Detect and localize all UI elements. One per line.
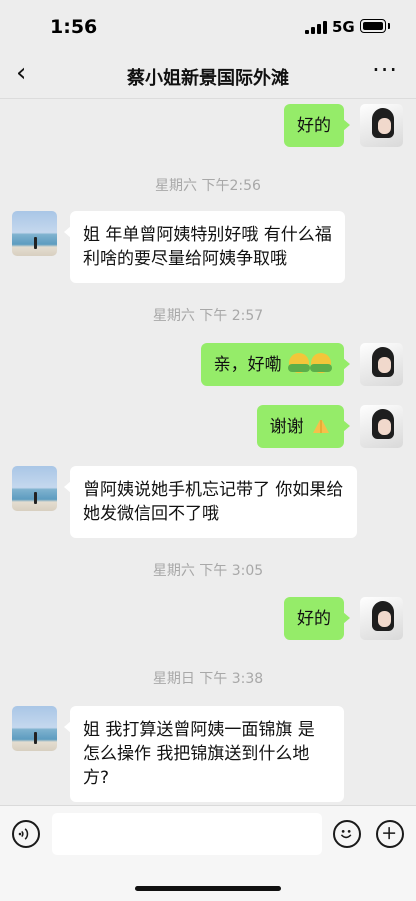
praying-hands-emoji (313, 420, 329, 433)
avatar-contact[interactable] (12, 211, 57, 256)
hugging-face-emoji (310, 353, 332, 373)
message-list[interactable]: 好的 星期六 下午2:56 姐 年单曾阿姨特别好哦 有什么福利啥的要尽量给阿姨争… (0, 99, 416, 805)
message-text: 谢谢 (269, 417, 304, 437)
message-bubble-sent[interactable]: 好的 (284, 597, 350, 640)
battery-icon (360, 19, 390, 33)
avatar-contact[interactable] (12, 706, 57, 751)
message-bubble-received[interactable]: 姐 我打算送曾阿姨一面锦旗 是怎么操作 我把锦旗送到什么地方? (64, 706, 344, 802)
message-bubble-sent[interactable]: 好的 (284, 104, 350, 147)
message-input[interactable] (52, 813, 322, 855)
voice-icon[interactable] (12, 820, 40, 848)
message-text: 好的 (297, 609, 331, 629)
hugging-face-emoji (288, 353, 310, 373)
avatar-self[interactable] (360, 343, 403, 386)
chat-title: 蔡小姐新景国际外滩 (127, 68, 289, 89)
home-indicator (135, 886, 281, 891)
message-bubble-sent[interactable]: 亲，好嘞 (200, 343, 351, 386)
avatar-self[interactable] (360, 597, 403, 640)
message-bubble-received[interactable]: 曾阿姨说她手机忘记带了 你如果给她发微信回不了哦 (64, 466, 357, 538)
plus-icon[interactable] (376, 820, 404, 848)
message-text: 曾阿姨说她手机忘记带了 你如果给她发微信回不了哦 (83, 480, 344, 524)
chat-header: ‹ 蔡小姐新景国际外滩 ··· (0, 52, 416, 99)
input-bar (0, 805, 416, 901)
avatar-contact[interactable] (12, 466, 57, 511)
message-text: 姐 我打算送曾阿姨一面锦旗 是怎么操作 我把锦旗送到什么地方? (83, 720, 315, 788)
status-bar: 1:56 5G (0, 0, 416, 52)
timestamp: 星期日 下午 3:38 (152, 671, 264, 687)
message-bubble-received[interactable]: 姐 年单曾阿姨特别好哦 有什么福利啥的要尽量给阿姨争取哦 (64, 211, 345, 283)
network-type: 5G (332, 18, 355, 36)
timestamp: 星期六 下午2:56 (155, 178, 261, 194)
message-text: 亲，好嘞 (213, 355, 282, 375)
timestamp: 星期六 下午 3:05 (152, 563, 264, 579)
message-bubble-sent[interactable]: 谢谢 (256, 405, 351, 448)
more-options-icon[interactable]: ··· (372, 56, 398, 84)
status-time: 1:56 (50, 16, 98, 38)
message-text: 好的 (297, 116, 331, 136)
avatar-self[interactable] (360, 104, 403, 147)
smiley-icon[interactable] (333, 820, 361, 848)
message-text: 姐 年单曾阿姨特别好哦 有什么福利啥的要尽量给阿姨争取哦 (83, 225, 332, 269)
avatar-self[interactable] (360, 405, 403, 448)
signal-icon (305, 21, 327, 34)
timestamp: 星期六 下午 2:57 (152, 308, 264, 324)
